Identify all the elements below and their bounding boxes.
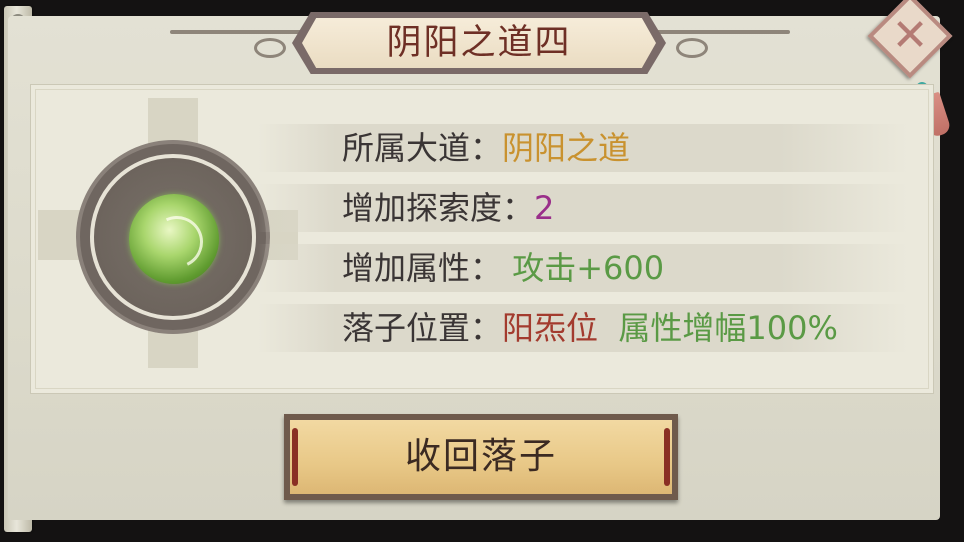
info-extra-value: 属性增幅100% [618,309,838,347]
withdraw-piece-label: 收回落子 [404,436,557,477]
game-dialog: 阴阳之道四 ✕ 所属大道：阴阳之道 增加探索度：2 增加属性： 攻击+600 落… [0,0,964,542]
info-value: 阳炁位 [502,309,599,347]
info-label: 增加属性： [342,249,503,287]
info-row-text: 增加探索度：2 [342,184,554,232]
info-value: 阴阳之道 [502,129,631,167]
info-row-text: 增加属性： 攻击+600 [342,244,664,292]
info-row-exploration: 增加探索度：2 [258,184,908,232]
info-row-dao: 所属大道：阴阳之道 [258,124,908,172]
info-value: 2 [534,189,555,227]
dialog-title: 阴阳之道四 [386,23,572,63]
title-knot-right [676,38,708,58]
withdraw-piece-button[interactable]: 收回落子 [284,414,678,500]
close-icon: ✕ [891,10,929,61]
info-row-position: 落子位置：阳炁位 属性增幅100% [258,304,908,352]
info-row-text: 所属大道：阴阳之道 [342,124,630,172]
info-label: 增加探索度： [342,189,535,227]
info-label: 落子位置： [342,309,503,347]
info-row-attribute: 增加属性： 攻击+600 [258,244,908,292]
title-knot-left [254,38,286,58]
close-button[interactable]: ✕ [867,0,956,88]
info-label: 所属大道： [342,129,503,167]
info-row-text: 落子位置：阳炁位 属性增幅100% [342,304,838,352]
info-value: 攻击+600 [512,249,665,287]
